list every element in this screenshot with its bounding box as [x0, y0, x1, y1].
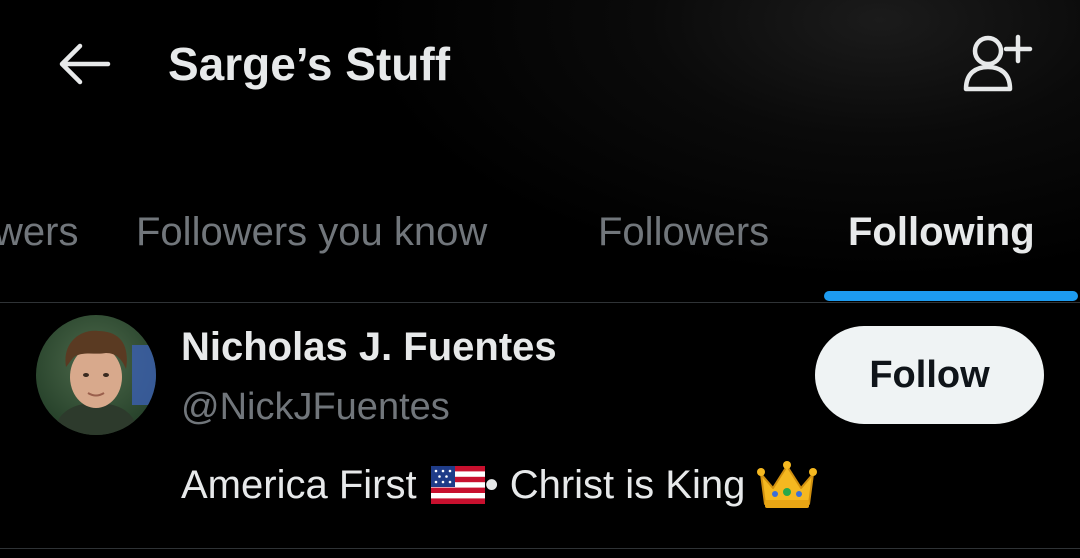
us-flag-icon — [430, 466, 485, 504]
avatar[interactable] — [36, 315, 156, 435]
user-list-item[interactable]: Nicholas J. Fuentes @NickJFuentes Follow… — [0, 303, 1080, 548]
tab-following[interactable]: Following — [848, 206, 1035, 258]
page-title: Sarge’s Stuff — [168, 38, 451, 90]
tab-verified-followers[interactable]: wers — [0, 206, 78, 258]
bio-text-part2: • Christ is King — [484, 463, 746, 507]
top-bar: Sarge’s Stuff — [0, 0, 1080, 140]
tab-bar: wers Followers you know Followers Follow… — [0, 180, 1080, 302]
user-handle: @NickJFuentes — [181, 386, 450, 428]
user-display-name[interactable]: Nicholas J. Fuentes — [181, 321, 557, 373]
user-bio: America First • Christ is King — [181, 457, 818, 513]
follow-button[interactable]: Follow — [815, 326, 1044, 424]
bio-text-part1: America First — [181, 463, 417, 507]
screen: Sarge’s Stuff wers Followers you know Fo… — [0, 0, 1080, 558]
crown-icon — [757, 461, 818, 508]
add-user-button[interactable] — [958, 28, 1038, 96]
tab-followers-you-know[interactable]: Followers you know — [136, 206, 487, 258]
add-user-icon — [963, 34, 1033, 92]
back-button[interactable] — [52, 36, 116, 92]
avatar-image — [36, 315, 156, 435]
row-divider — [0, 548, 1080, 549]
active-tab-indicator — [824, 291, 1078, 301]
tab-followers[interactable]: Followers — [598, 206, 769, 258]
back-arrow-icon — [59, 43, 111, 85]
